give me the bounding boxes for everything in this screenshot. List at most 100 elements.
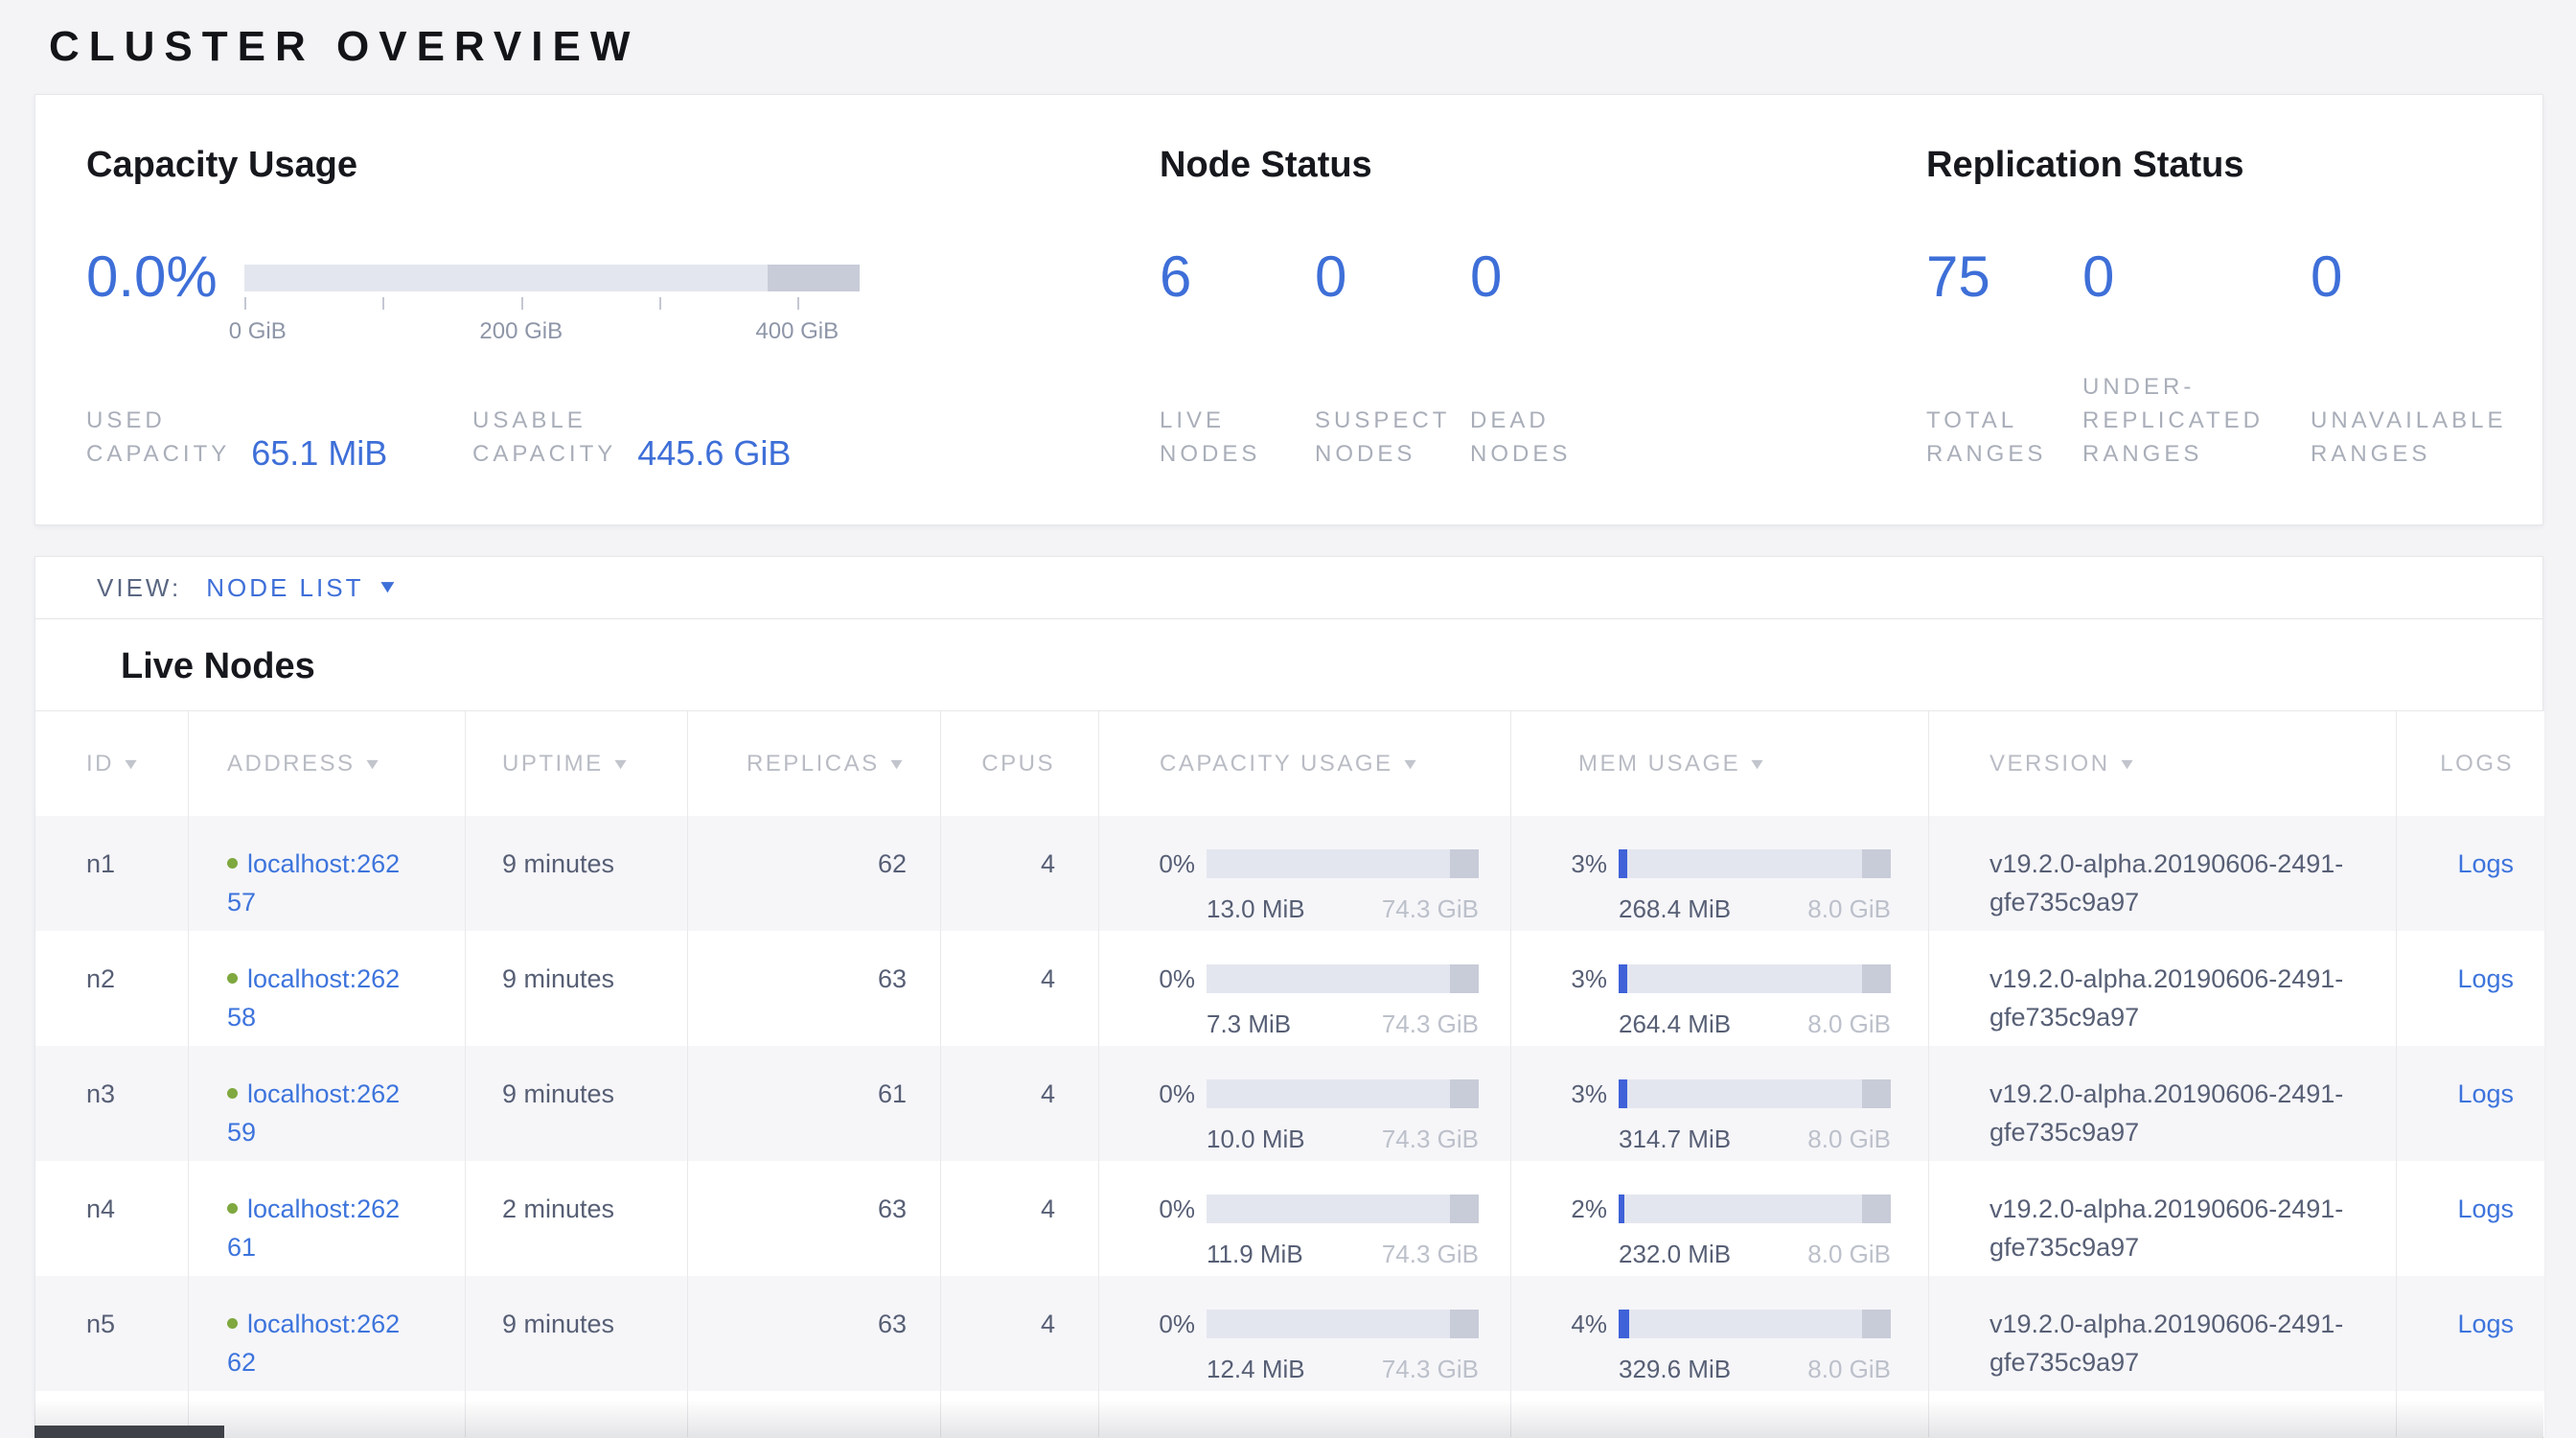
node-id-cell: n5 (35, 1276, 189, 1391)
dead-nodes-label: DEAD (1470, 404, 1571, 437)
node-uptime-cell: 9 minutes (466, 1276, 688, 1391)
column-header-version[interactable]: VERSION▼ (1929, 711, 2397, 816)
live-nodes-heading: Live Nodes (121, 646, 2542, 687)
total-ranges-value: 75 (1926, 245, 2082, 309)
view-selected-value: NODE LIST (206, 573, 363, 603)
column-header-id[interactable]: ID▼ (35, 711, 189, 816)
node-list-card: VIEW: NODE LIST ▼ Live Nodes ID▼ ADDRESS… (34, 556, 2543, 1438)
capacity-usage-bar (1207, 1310, 1479, 1338)
node-address-link[interactable]: localhost:26259 (227, 1079, 400, 1147)
sort-desc-icon: ▼ (610, 756, 633, 774)
node-mem-usage-cell: 3% 264.4 MiB8.0 GiB (1511, 931, 1929, 1046)
replication-status-title: Replication Status (1926, 145, 2544, 186)
unavailable-ranges-label: RANGES (2311, 437, 2507, 471)
node-logs-cell: Logs (2397, 1046, 2544, 1161)
cluster-overview-screen: CLUSTER OVERVIEW Capacity Usage 0.0% (0, 0, 2576, 1438)
node-replicas-cell: 63 (688, 1161, 941, 1276)
usable-capacity-label-line1: USABLE (472, 404, 616, 437)
used-capacity-label-line2: CAPACITY (86, 437, 230, 471)
node-logs-cell: Logs (2397, 1276, 2544, 1391)
column-header-capacity-usage[interactable]: CAPACITY USAGE▼ (1099, 711, 1511, 816)
node-cpus-cell: 4 (941, 1046, 1099, 1161)
node-mem-usage-cell: 3% 314.7 MiB8.0 GiB (1511, 1046, 1929, 1161)
node-version-cell: v19.2.0-alpha.20190606-2491-gfe735c9a97 (1929, 1276, 2397, 1391)
logs-link[interactable]: Logs (2457, 1079, 2514, 1108)
node-replicas-cell: 62 (688, 816, 941, 931)
node-cpus-cell: 4 (941, 1161, 1099, 1276)
node-logs-cell: Logs (2397, 816, 2544, 931)
node-address-link[interactable]: localhost:26257 (227, 849, 400, 916)
dead-nodes-stat: 0 DEAD NODES (1470, 245, 1571, 471)
node-version-cell: v19.2.0-alpha.20190606-2491-gfe735c9a97 (1929, 1046, 2397, 1161)
logs-link[interactable]: Logs (2457, 964, 2514, 993)
total-ranges-label: RANGES (1926, 437, 2082, 471)
node-capacity-usage-cell: 0% 13.0 MiB74.3 GiB (1099, 816, 1511, 931)
logs-link[interactable]: Logs (2457, 1194, 2514, 1223)
live-nodes-value: 6 (1160, 245, 1315, 309)
total-ranges-stat: 75 TOTAL RANGES (1926, 245, 2082, 471)
node-replicas-cell: 61 (688, 1046, 941, 1161)
node-status-section: Node Status 6 LIVE NODES 0 SUSPECT NODES (1160, 145, 1830, 471)
node-address-link[interactable]: localhost:26262 (227, 1310, 400, 1377)
node-address-cell: localhost:26257 (189, 816, 466, 931)
logs-link[interactable]: Logs (2457, 849, 2514, 878)
unavailable-ranges-label: UNAVAILABLE (2311, 404, 2507, 437)
table-row: n3 localhost:26259 9 minutes 61 4 0% 10.… (35, 1046, 2542, 1161)
node-mem-usage-cell: 3% 268.4 MiB8.0 GiB (1511, 816, 1929, 931)
node-logs-cell: Logs (2397, 1161, 2544, 1276)
node-version-cell: v19.2.0-alpha.20190606-2491-gfe735c9a97 (1929, 931, 2397, 1046)
axis-tick-label: 0 GiB (229, 318, 287, 345)
table-header-row: ID▼ ADDRESS▼ UPTIME▼ REPLICAS▼ CPUS CAPA… (35, 711, 2542, 816)
column-header-replicas[interactable]: REPLICAS▼ (688, 711, 941, 816)
capacity-usage-bar (1207, 849, 1479, 878)
node-uptime-cell: 9 minutes (466, 816, 688, 931)
mem-usage-bar (1619, 1310, 1891, 1338)
node-capacity-usage-cell: 0% 7.3 MiB74.3 GiB (1099, 931, 1511, 1046)
column-header-mem-usage[interactable]: MEM USAGE▼ (1511, 711, 1929, 816)
live-status-dot (227, 858, 238, 869)
axis-tick (382, 297, 384, 310)
sort-desc-icon: ▼ (1400, 756, 1423, 774)
view-selector-dropdown[interactable]: NODE LIST ▼ (206, 573, 397, 603)
table-row: n5 localhost:26262 9 minutes 63 4 0% 12.… (35, 1276, 2542, 1391)
node-replicas-cell: 63 (688, 931, 941, 1046)
column-header-uptime[interactable]: UPTIME▼ (466, 711, 688, 816)
column-header-address[interactable]: ADDRESS▼ (189, 711, 466, 816)
node-status-title: Node Status (1160, 145, 1830, 186)
live-status-dot (227, 1318, 238, 1329)
suspect-nodes-label: SUSPECT (1315, 404, 1470, 437)
node-uptime-cell: 9 minutes (466, 931, 688, 1046)
capacity-gauge-bar (244, 265, 860, 291)
mem-usage-bar (1619, 964, 1891, 993)
capacity-gauge-unusable-segment (768, 265, 860, 291)
axis-tick-label: 200 GiB (479, 318, 563, 345)
node-address-link[interactable]: localhost:26258 (227, 964, 400, 1032)
usable-capacity-stat: USABLE CAPACITY 445.6 GiB (472, 404, 791, 471)
dead-nodes-label: NODES (1470, 437, 1571, 471)
node-id-cell: n3 (35, 1046, 189, 1161)
capacity-usage-bar (1207, 1194, 1479, 1223)
chevron-down-icon: ▼ (377, 577, 400, 598)
mem-usage-bar (1619, 1079, 1891, 1108)
scrollbar-thumb[interactable] (34, 1426, 224, 1438)
sort-desc-icon: ▼ (886, 756, 909, 774)
sort-desc-icon: ▼ (1747, 756, 1770, 774)
column-header-logs: LOGS (2397, 711, 2544, 816)
capacity-usage-title: Capacity Usage (86, 145, 910, 186)
node-capacity-usage-cell: 0% 10.0 MiB74.3 GiB (1099, 1046, 1511, 1161)
replication-status-section: Replication Status 75 TOTAL RANGES 0 UND… (1926, 145, 2544, 471)
page-title: CLUSTER OVERVIEW (49, 23, 639, 71)
node-mem-usage-cell: 4% 329.6 MiB8.0 GiB (1511, 1276, 1929, 1391)
sort-desc-icon: ▼ (121, 756, 144, 774)
capacity-usage-section: Capacity Usage 0.0% 0 GiB (86, 145, 910, 471)
usable-capacity-label-line2: CAPACITY (472, 437, 616, 471)
summary-card: Capacity Usage 0.0% 0 GiB (34, 94, 2543, 525)
node-uptime-cell: 9 minutes (466, 1046, 688, 1161)
node-address-link[interactable]: localhost:26261 (227, 1194, 400, 1262)
used-capacity-stat: USED CAPACITY 65.1 MiB (86, 404, 472, 471)
table-row: n4 localhost:26261 2 minutes 63 4 0% 11.… (35, 1161, 2542, 1276)
node-replicas-cell: 63 (688, 1276, 941, 1391)
logs-link[interactable]: Logs (2457, 1310, 2514, 1338)
axis-tick (244, 297, 246, 310)
suspect-nodes-label: NODES (1315, 437, 1470, 471)
